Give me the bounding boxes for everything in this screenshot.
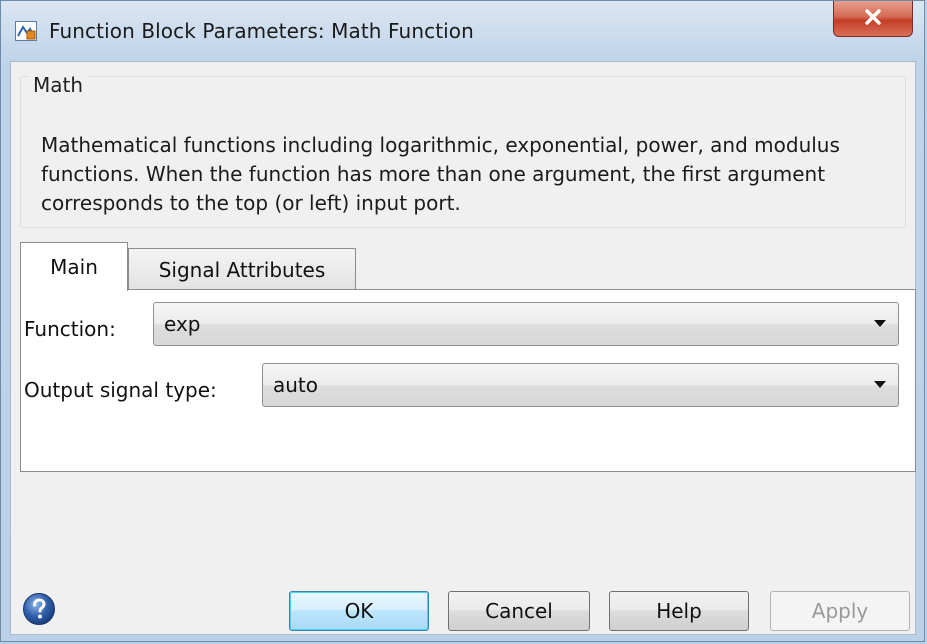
ok-button[interactable]: OK [289,591,429,631]
description-group: Math Mathematical functions including lo… [20,73,906,228]
dialog-window: Function Block Parameters: Math Function… [0,0,925,642]
block-description: Mathematical functions including logarit… [41,133,840,215]
simulink-block-icon [15,21,37,41]
output-signal-type-dropdown[interactable]: auto [262,363,899,407]
close-button[interactable] [833,1,913,37]
dialog-body: Math Mathematical functions including lo… [10,61,916,635]
help-button[interactable]: Help [609,591,749,631]
title-bar[interactable]: Function Block Parameters: Math Function [1,1,924,61]
cancel-button[interactable]: Cancel [448,591,590,631]
apply-button[interactable]: Apply [770,591,910,631]
chevron-down-icon [874,320,886,327]
output-signal-type-value: auto [273,373,319,397]
close-icon [863,8,883,30]
function-value: exp [164,312,201,336]
tab-main[interactable]: Main [20,242,128,291]
tab-signal-attributes[interactable]: Signal Attributes [128,248,356,290]
tab-strip: Main Signal Attributes [20,242,900,291]
function-label: Function: [24,317,116,341]
output-signal-type-label: Output signal type: [24,378,217,402]
main-tab-panel: Function: exp Output signal type: auto [20,289,916,472]
function-dropdown[interactable]: exp [153,302,899,346]
window-title: Function Block Parameters: Math Function [49,19,474,43]
chevron-down-icon [874,381,886,388]
question-mark-icon[interactable] [22,592,56,626]
group-title: Math [29,73,88,97]
